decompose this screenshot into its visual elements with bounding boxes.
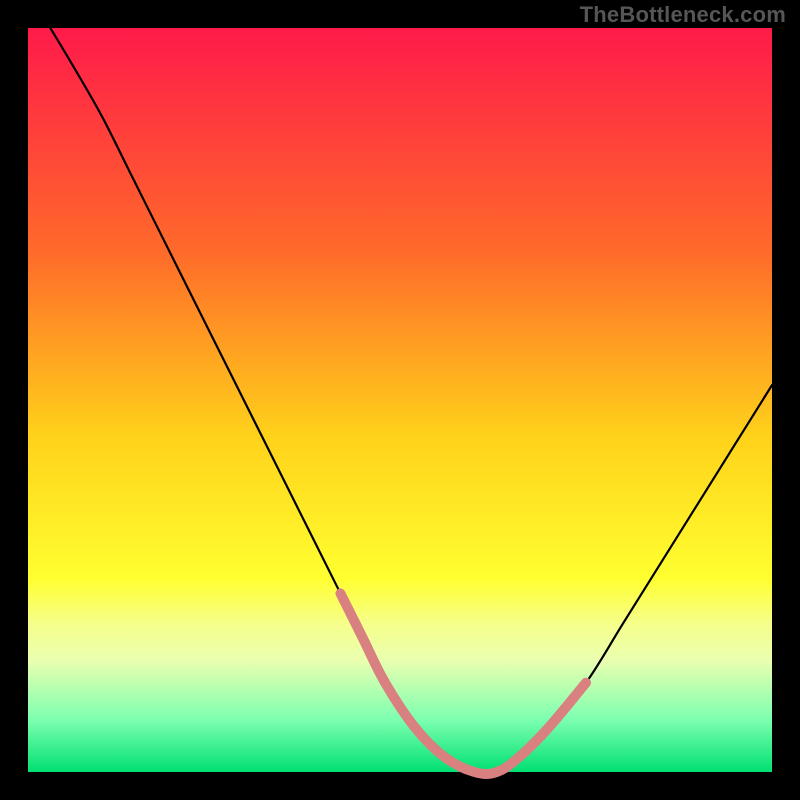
watermark-text: TheBottleneck.com: [580, 2, 786, 28]
chart-frame: TheBottleneck.com: [0, 0, 800, 800]
plot-background: [28, 28, 772, 772]
bottleneck-chart: [0, 0, 800, 800]
